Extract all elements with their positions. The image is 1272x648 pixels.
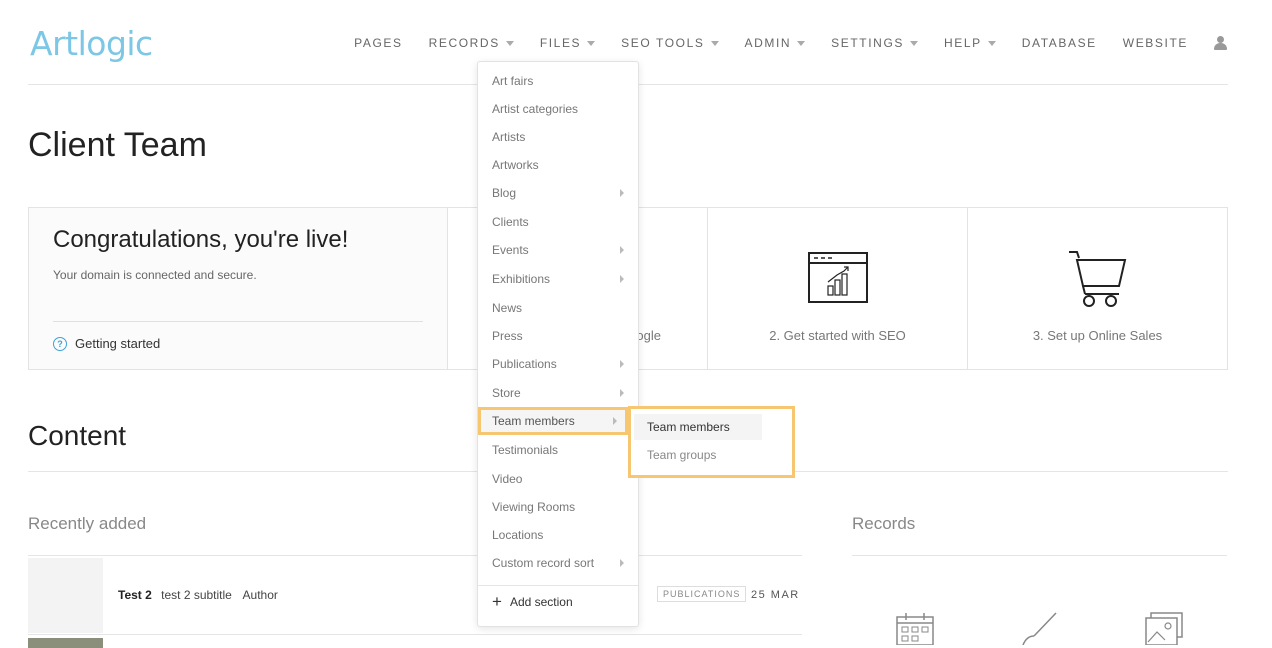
seo-card[interactable]: 2. Get started with SEO (708, 208, 968, 369)
calendar-icon[interactable] (896, 612, 934, 645)
shopping-cart-icon (1068, 251, 1126, 307)
records-dropdown-menu: Art fairs Artist categories Artists Artw… (477, 61, 639, 627)
help-circle-icon: ? (53, 336, 67, 351)
record-title: Test 2 (118, 588, 152, 602)
welcome-heading: Congratulations, you're live! (53, 226, 349, 253)
chevron-right-icon (620, 559, 624, 567)
nav-seo-tools[interactable]: SEO TOOLS (621, 36, 719, 50)
welcome-subtitle: Your domain is connected and secure. (53, 268, 257, 282)
menu-item-video[interactable]: Video (492, 470, 626, 488)
nav-database-label: DATABASE (1021, 36, 1097, 50)
nav-admin[interactable]: ADMIN (745, 36, 806, 50)
caret-down-icon (710, 40, 719, 46)
sales-card[interactable]: 3. Set up Online Sales (968, 208, 1227, 369)
nav-admin-label: ADMIN (744, 36, 792, 50)
menu-item-testimonials[interactable]: Testimonials (492, 441, 626, 459)
paintbrush-icon[interactable] (1020, 612, 1060, 645)
team-members-submenu: Team members Team groups (628, 406, 795, 478)
recently-added-title: Recently added (28, 514, 147, 533)
menu-divider (478, 585, 638, 586)
chevron-right-icon (613, 417, 617, 425)
add-section-button[interactable]: + Add section (492, 592, 573, 611)
submenu-item-team-members[interactable]: Team members (647, 418, 730, 436)
menu-item-events[interactable]: Events (492, 241, 626, 259)
getting-started-label: Getting started (75, 336, 161, 351)
user-icon[interactable] (1214, 36, 1227, 50)
records-title: Records (852, 514, 916, 533)
menu-item-custom-record-sort[interactable]: Custom record sort (492, 554, 626, 572)
nav-database[interactable]: DATABASE (1022, 36, 1097, 50)
sales-card-label: 3. Set up Online Sales (1032, 328, 1163, 343)
nav-help-label: HELP (943, 36, 982, 50)
getting-started-link[interactable]: ? Getting started (53, 336, 160, 351)
welcome-divider (53, 321, 423, 322)
caret-down-icon (505, 40, 514, 46)
menu-item-publications[interactable]: Publications (492, 355, 626, 373)
menu-item-team-members[interactable]: Team members (478, 407, 628, 435)
chevron-right-icon (620, 275, 624, 283)
nav-settings-label: SETTINGS (831, 36, 904, 50)
nav-help[interactable]: HELP (944, 36, 996, 50)
menu-item-news[interactable]: News (492, 299, 626, 317)
menu-item-artworks[interactable]: Artworks (492, 156, 626, 174)
record-author: Author (242, 588, 278, 602)
nav-website[interactable]: WEBSITE (1123, 36, 1188, 50)
nav-seo-tools-label: SEO TOOLS (621, 36, 705, 50)
artlogic-logo[interactable]: Artlogic (30, 24, 153, 63)
menu-item-team-members-label: Team members (492, 412, 619, 430)
caret-down-icon (987, 40, 996, 46)
menu-item-exhibitions[interactable]: Exhibitions (492, 270, 626, 288)
menu-item-locations[interactable]: Locations (492, 526, 626, 544)
caret-down-icon (797, 40, 806, 46)
menu-item-clients[interactable]: Clients (492, 213, 626, 231)
caret-down-icon (587, 40, 596, 46)
record-date: 25 MAR (751, 589, 800, 601)
caret-down-icon (909, 40, 918, 46)
records-divider (852, 555, 1227, 556)
menu-item-blog[interactable]: Blog (492, 184, 626, 202)
menu-item-artist-categories[interactable]: Artist categories (492, 100, 626, 118)
record-text: Test 2 test 2 subtitle Author (118, 588, 286, 602)
add-section-label: Add section (509, 595, 573, 609)
nav-pages-label: PAGES (354, 36, 403, 50)
nav-settings[interactable]: SETTINGS (831, 36, 918, 50)
content-title: Content (28, 420, 127, 451)
record-thumbnail (28, 638, 103, 648)
menu-item-store[interactable]: Store (492, 384, 626, 402)
menu-item-press[interactable]: Press (492, 327, 626, 345)
nav-records-label: RECORDS (428, 36, 500, 50)
nav-records[interactable]: RECORDS (429, 36, 514, 50)
chevron-right-icon (620, 360, 624, 368)
chevron-right-icon (620, 246, 624, 254)
table-row[interactable]: Test 2 test 2 subtitle Author PUBLICATIO… (28, 557, 802, 648)
menu-item-artists[interactable]: Artists (492, 128, 626, 146)
plus-icon: + (492, 592, 502, 611)
chevron-right-icon (620, 389, 624, 397)
top-nav: PAGES RECORDS FILES SEO TOOLS ADMIN SETT… (328, 36, 1227, 50)
chevron-right-icon (620, 189, 624, 197)
recently-added-divider (28, 555, 802, 556)
menu-item-viewing-rooms[interactable]: Viewing Rooms (492, 498, 626, 516)
images-icon[interactable] (1145, 612, 1183, 645)
nav-pages[interactable]: PAGES (354, 36, 402, 50)
record-subtitle: test 2 subtitle (161, 588, 232, 602)
menu-item-art-fairs[interactable]: Art fairs (492, 72, 626, 90)
nav-website-label: WEBSITE (1122, 36, 1188, 50)
nav-files-label: FILES (539, 36, 582, 50)
seo-card-label: 2. Get started with SEO (769, 328, 906, 343)
submenu-item-team-groups[interactable]: Team groups (647, 446, 716, 464)
record-thumbnail (28, 558, 103, 633)
nav-files[interactable]: FILES (539, 36, 596, 50)
browser-chart-icon (807, 252, 868, 303)
record-type-badge: PUBLICATIONS (657, 586, 747, 602)
page-title: Client Team (28, 126, 207, 164)
welcome-card: Congratulations, you're live! Your domai… (29, 208, 448, 369)
